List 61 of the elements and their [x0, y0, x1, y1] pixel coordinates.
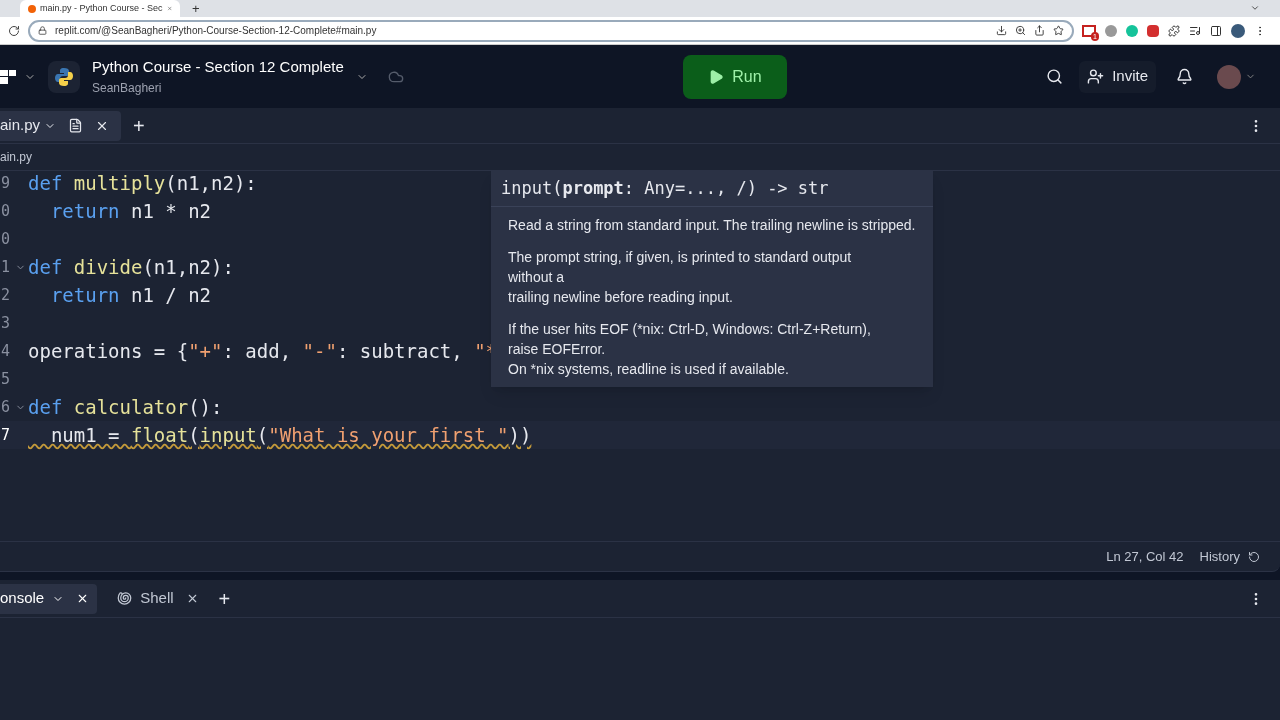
extensions-icon[interactable] — [1168, 24, 1180, 37]
code-line: def divide(n1,n2): — [28, 254, 234, 280]
code-line: def calculator(): — [28, 394, 223, 420]
code-line: return n1 / n2 — [49, 282, 212, 308]
code-line: num1 = float(input("What is your first ")) — [49, 422, 532, 448]
tab-list-icon[interactable] — [1250, 3, 1260, 13]
tab-label: Shell — [140, 588, 174, 609]
breadcrumb[interactable]: ain.py — [0, 148, 33, 166]
url-text: replit.com/@SeanBagheri/Python-Course-Section-12-Complete#main.py — [55, 24, 378, 38]
notifications-icon[interactable] — [1176, 68, 1193, 85]
code-line: def multiply(n1,n2): — [28, 171, 257, 196]
bookmark-icon[interactable] — [1053, 25, 1064, 36]
panel-tab[interactable]: onsole — [0, 583, 98, 614]
new-tab-button[interactable]: + — [218, 583, 231, 614]
line-number: 6 — [0, 396, 12, 418]
search-icon[interactable] — [1046, 68, 1064, 85]
run-button[interactable]: Run — [682, 54, 787, 99]
lock-icon — [38, 26, 47, 35]
line-number: 0 — [0, 228, 12, 250]
line-number: 2 — [0, 284, 12, 306]
share-icon[interactable] — [1034, 25, 1045, 36]
shell-icon — [117, 591, 133, 606]
project-title[interactable]: Python Course - Section 12 Complete — [92, 56, 344, 79]
line-number: 1 — [0, 256, 12, 278]
zoom-icon[interactable] — [1015, 25, 1026, 36]
doc-paragraph: Read a string from standard input. The trailing newline is stripped. — [508, 216, 916, 235]
line-number: 3 — [0, 312, 12, 334]
replit-icon — [28, 4, 36, 13]
history-button[interactable]: History — [1199, 546, 1260, 567]
profile-avatar[interactable] — [1231, 23, 1245, 38]
owner-name[interactable]: SeanBagheri — [92, 78, 344, 97]
new-tab-button[interactable]: + — [192, 0, 200, 17]
play-icon — [708, 68, 725, 85]
python-logo-icon — [48, 60, 80, 93]
tab-label: onsole — [0, 588, 45, 609]
line-number: 5 — [0, 368, 12, 390]
extension-icon[interactable] — [1105, 24, 1117, 37]
history-icon — [1248, 550, 1260, 563]
panel-tab[interactable]: Shell — [109, 583, 207, 614]
address-field[interactable]: replit.com/@SeanBagheri/Python-Course-Section-12-Complete#main.py — [28, 19, 1074, 42]
add-user-icon — [1087, 68, 1105, 85]
install-icon[interactable] — [996, 25, 1007, 36]
line-number: 7 — [0, 424, 12, 446]
browser-tab[interactable]: main.py - Python Course - Sec — [20, 0, 180, 17]
invite-button[interactable]: Invite — [1079, 60, 1156, 93]
line-number: 4 — [0, 340, 12, 362]
media-icon[interactable] — [1189, 24, 1201, 37]
tab-title: main.py - Python Course - Sec — [40, 1, 163, 15]
doc-paragraph: The prompt string, if given, is printed to standard output without a trailing newline before reading input. — [508, 248, 853, 307]
code-line: return n1 * n2 — [49, 198, 212, 224]
line-number: 9 — [0, 172, 12, 194]
side-panel-icon[interactable] — [1210, 24, 1222, 37]
replit-logo-icon[interactable] — [0, 69, 16, 84]
line-number: 0 — [0, 200, 12, 222]
doc-paragraph: If the user hits EOF (*nix: Ctrl-D, Windows: Ctrl-Z+Return), raise EOFError. On *nix systems, readline is used if available. — [508, 320, 872, 379]
cursor-position: Ln 27, Col 42 — [1106, 547, 1184, 566]
extension-icon[interactable] — [1147, 24, 1159, 37]
function-signature: input(prompt: Any=..., /) -> str — [501, 176, 829, 200]
outline-icon[interactable] — [68, 118, 84, 133]
new-tab-button[interactable]: + — [133, 110, 145, 141]
reload-icon[interactable] — [8, 24, 20, 37]
